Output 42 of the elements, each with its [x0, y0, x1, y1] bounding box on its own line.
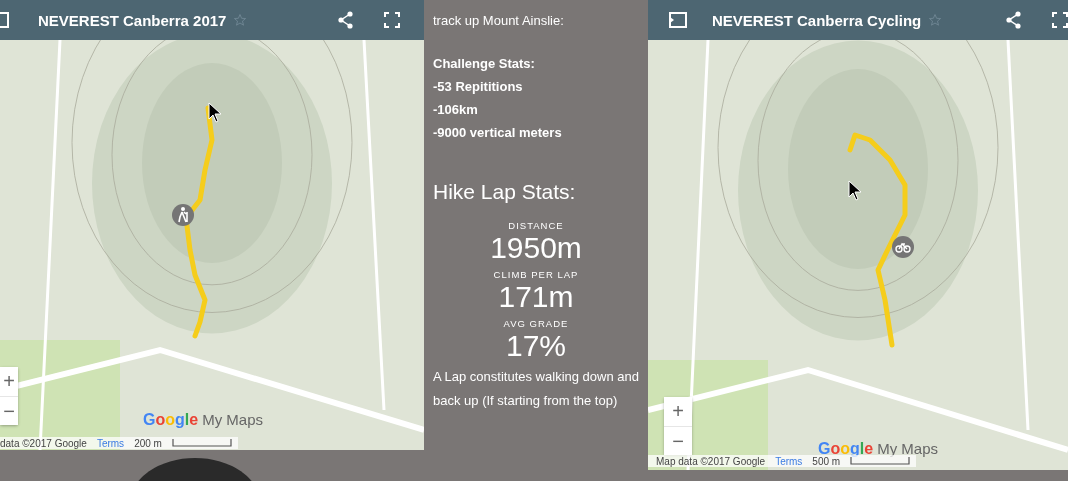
challenge-stat: -9000 vertical meters: [433, 124, 563, 142]
challenge-stat: -53 Repititions: [433, 78, 524, 96]
zoom-out-button[interactable]: −: [0, 396, 18, 425]
challenge-heading: Challenge Stats:: [433, 55, 536, 73]
stat-label: DISTANCE: [507, 220, 565, 231]
terms-link[interactable]: Terms: [96, 437, 125, 449]
google-logo: Google: [818, 440, 874, 457]
scale-bar-icon: [171, 439, 232, 447]
hiker-marker-icon[interactable]: [171, 203, 195, 227]
scale-bar-icon: [850, 457, 911, 465]
zoom-out-button[interactable]: −: [664, 426, 692, 455]
scale-label: 500 m: [812, 455, 841, 467]
stat-label: AVG GRADE: [502, 318, 570, 329]
stat-value: 1950m: [489, 231, 583, 265]
product-name: My Maps: [877, 440, 938, 457]
star-icon[interactable]: [234, 14, 247, 26]
note-text: A Lap constitutes walking down and back up (If starting from the top): [433, 368, 639, 410]
intro-text: track up Mount Ainslie:: [433, 12, 565, 30]
cursor-icon: [848, 180, 864, 202]
share-icon[interactable]: [338, 11, 354, 29]
zoom-in-button[interactable]: +: [664, 397, 692, 426]
map-title: NEVEREST Canberra Cycling: [712, 11, 922, 29]
stat-label: CLIMB PER LAP: [492, 269, 580, 280]
fullscreen-icon[interactable]: [1052, 12, 1068, 28]
sidebar-icon[interactable]: [668, 11, 688, 29]
bicycle-marker-icon[interactable]: [891, 235, 915, 259]
map-title: NEVEREST Canberra 2017: [38, 11, 227, 29]
google-logo: Google: [143, 411, 199, 429]
share-icon[interactable]: [1006, 11, 1022, 29]
product-name: My Maps: [202, 411, 263, 428]
section-heading: Hike Lap Stats:: [433, 180, 577, 204]
cursor-icon: [208, 102, 224, 124]
challenge-stat: -106km: [433, 101, 479, 119]
fullscreen-icon[interactable]: [384, 12, 400, 28]
stat-value: 17%: [504, 329, 567, 363]
zoom-in-button[interactable]: +: [0, 367, 18, 396]
scale-label: 200 m: [134, 437, 162, 449]
star-icon[interactable]: [929, 14, 942, 26]
map-data-text: data ©2017 Google: [0, 437, 87, 449]
terms-link[interactable]: Terms: [775, 455, 803, 467]
stat-value: 171m: [497, 280, 575, 314]
map-data-text: Map data ©2017 Google: [656, 455, 766, 467]
